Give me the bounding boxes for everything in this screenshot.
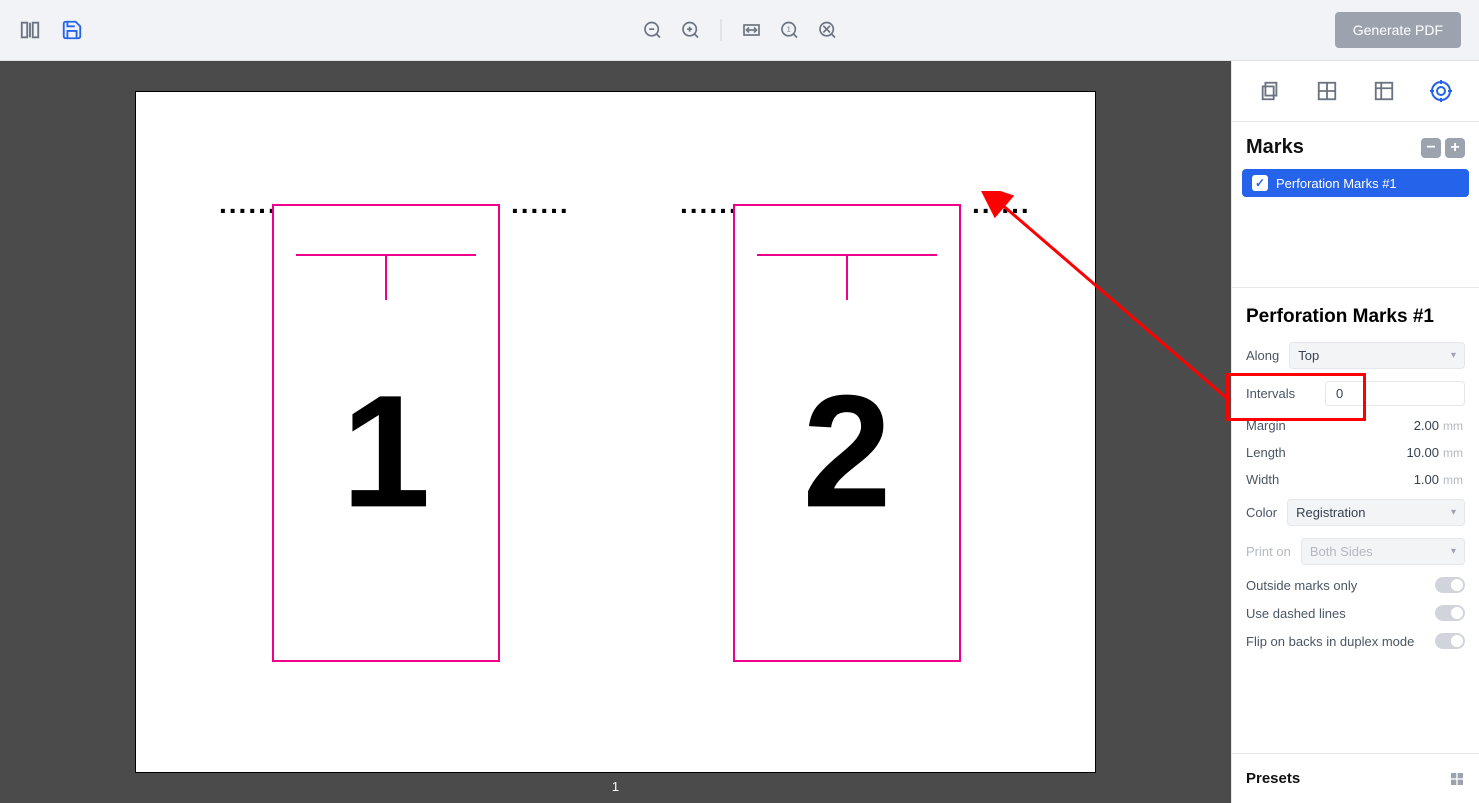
tab-layout-icon[interactable]: [1313, 77, 1341, 105]
perforation-mark: ......: [219, 197, 278, 211]
color-label: Color: [1246, 505, 1277, 520]
zoom-fit-icon[interactable]: [815, 18, 839, 42]
mark-item-perforation[interactable]: ✓ Perforation Marks #1: [1242, 169, 1469, 197]
color-value: Registration: [1296, 505, 1365, 520]
mark-checkbox[interactable]: ✓: [1252, 175, 1268, 191]
toolbar-center-group: 1: [640, 18, 839, 42]
tab-pages-icon[interactable]: [1256, 77, 1284, 105]
add-mark-button[interactable]: +: [1445, 138, 1465, 158]
toolbar-right: Generate PDF: [1335, 12, 1461, 48]
print-on-value: Both Sides: [1310, 544, 1373, 559]
intervals-row: Intervals: [1246, 381, 1465, 406]
along-value: Top: [1298, 348, 1319, 363]
zoom-actual-icon[interactable]: 1: [777, 18, 801, 42]
fit-width-icon[interactable]: [739, 18, 763, 42]
tab-imposition-icon[interactable]: [1370, 77, 1398, 105]
color-select[interactable]: Registration ▾: [1287, 499, 1465, 526]
outside-marks-label: Outside marks only: [1246, 578, 1357, 593]
perforation-mark: ......: [511, 197, 570, 211]
chevron-down-icon: ▾: [1451, 350, 1456, 361]
panel-header-buttons: − +: [1421, 138, 1465, 158]
sidebar-tabs: [1232, 61, 1479, 122]
color-row: Color Registration ▾: [1246, 499, 1465, 526]
artboard-1: 1: [272, 204, 500, 662]
presets-grid-icon[interactable]: [1449, 771, 1465, 787]
tab-marks-icon[interactable]: [1427, 77, 1455, 105]
intervals-label: Intervals: [1246, 386, 1295, 401]
chevron-down-icon: ▾: [1451, 546, 1456, 557]
properties-panel: Perforation Marks #1 Along Top ▾ Interva…: [1232, 287, 1479, 675]
perforation-mark: ......: [680, 197, 739, 211]
length-row: Length 10.00 mm: [1246, 445, 1465, 460]
width-value: 1.00: [1414, 472, 1439, 487]
marks-list: ✓ Perforation Marks #1: [1232, 169, 1479, 197]
toolbar-divider: [720, 19, 721, 41]
right-sidebar: Marks − + ✓ Perforation Marks #1 Perfora…: [1231, 61, 1479, 803]
perforation-mark: ......: [972, 197, 1031, 211]
width-row: Width 1.00 mm: [1246, 472, 1465, 487]
margin-unit: mm: [1443, 419, 1465, 433]
svg-text:1: 1: [786, 25, 790, 34]
length-label: Length: [1246, 445, 1286, 460]
margin-label: Margin: [1246, 418, 1286, 433]
outside-marks-toggle[interactable]: [1435, 577, 1465, 593]
main-area: ...... ...... ...... ...... 1 2 1: [0, 61, 1479, 803]
intervals-input[interactable]: [1325, 381, 1465, 406]
remove-mark-button[interactable]: −: [1421, 138, 1441, 158]
outside-marks-row: Outside marks only: [1246, 577, 1465, 593]
margin-row: Margin 2.00 mm: [1246, 418, 1465, 433]
fold-mark-icon: [757, 254, 937, 256]
canvas-area[interactable]: ...... ...... ...... ...... 1 2 1: [0, 61, 1231, 803]
zoom-in-icon[interactable]: [678, 18, 702, 42]
flip-duplex-toggle[interactable]: [1435, 633, 1465, 649]
generate-pdf-button[interactable]: Generate PDF: [1335, 12, 1461, 48]
along-label: Along: [1246, 348, 1279, 363]
print-on-select: Both Sides ▾: [1301, 538, 1465, 565]
split-columns-icon[interactable]: [18, 18, 42, 42]
presets-section[interactable]: Presets: [1232, 753, 1479, 803]
along-row: Along Top ▾: [1246, 342, 1465, 369]
dashed-lines-label: Use dashed lines: [1246, 606, 1346, 621]
document-page: ...... ...... ...... ...... 1 2: [135, 91, 1096, 773]
fold-mark-icon: [296, 254, 476, 256]
chevron-down-icon: ▾: [1451, 507, 1456, 518]
presets-label: Presets: [1246, 770, 1300, 787]
save-icon[interactable]: [60, 18, 84, 42]
page-number-label: 1: [612, 779, 619, 794]
width-unit: mm: [1443, 473, 1465, 487]
along-select[interactable]: Top ▾: [1289, 342, 1465, 369]
print-on-label: Print on: [1246, 544, 1291, 559]
zoom-out-icon[interactable]: [640, 18, 664, 42]
top-toolbar: 1 Generate PDF: [0, 0, 1479, 61]
panel-title: Marks: [1246, 136, 1304, 159]
toolbar-left-group: [18, 18, 84, 42]
print-on-row: Print on Both Sides ▾: [1246, 538, 1465, 565]
margin-value: 2.00: [1414, 418, 1439, 433]
dashed-lines-toggle[interactable]: [1435, 605, 1465, 621]
artboard-2: 2: [733, 204, 961, 662]
dashed-lines-row: Use dashed lines: [1246, 605, 1465, 621]
mark-item-label: Perforation Marks #1: [1276, 176, 1397, 191]
length-unit: mm: [1443, 446, 1465, 460]
properties-title: Perforation Marks #1: [1246, 306, 1465, 328]
artboard-number: 1: [342, 359, 431, 543]
artboard-number: 2: [803, 359, 892, 543]
flip-duplex-label: Flip on backs in duplex mode: [1246, 634, 1414, 649]
length-value: 10.00: [1406, 445, 1439, 460]
flip-duplex-row: Flip on backs in duplex mode: [1246, 633, 1465, 649]
marks-panel-header: Marks − +: [1232, 122, 1479, 169]
width-label: Width: [1246, 472, 1279, 487]
